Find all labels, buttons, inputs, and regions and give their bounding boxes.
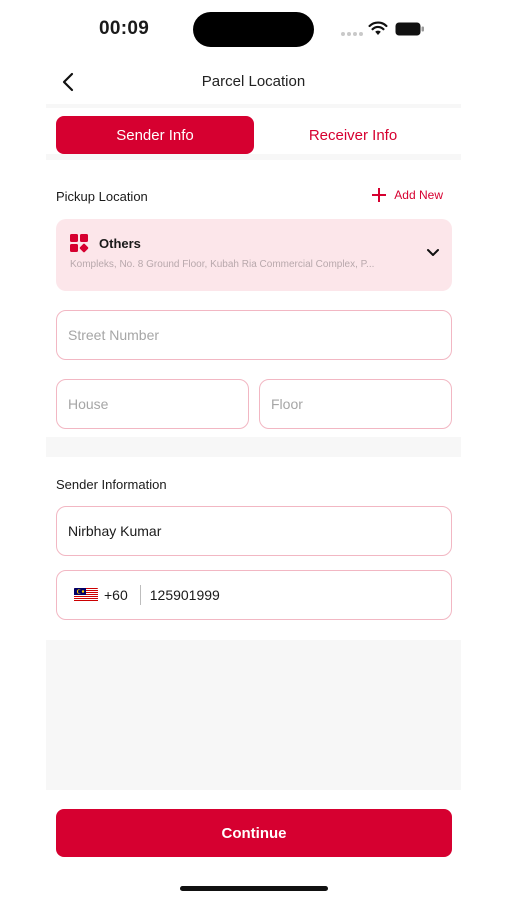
pickup-location-label: Pickup Location: [56, 189, 148, 204]
location-address: Kompleks, No. 8 Ground Floor, Kubah Ria …: [70, 259, 375, 270]
page-title: Parcel Location: [201, 73, 306, 90]
app-header: Parcel Location: [0, 62, 507, 104]
continue-button[interactable]: Continue: [56, 809, 452, 857]
sender-name-input[interactable]: [56, 506, 452, 556]
sender-information-label: Sender Information: [56, 477, 167, 492]
tab-sender-info[interactable]: Sender Info: [56, 116, 254, 154]
floor-input[interactable]: [259, 379, 452, 429]
tab-receiver-info[interactable]: Receiver Info: [254, 116, 452, 154]
pickup-location-selector[interactable]: Others Kompleks, No. 8 Ground Floor, Kub…: [56, 219, 452, 291]
empty-area: [46, 640, 461, 790]
home-indicator: [180, 886, 328, 891]
tab-divider: [46, 154, 461, 160]
dial-code[interactable]: +60: [104, 587, 128, 603]
location-category-icon: [70, 234, 89, 253]
street-number-input[interactable]: [56, 310, 452, 360]
status-bar: 00:09: [0, 0, 507, 58]
add-new-label: Add New: [394, 188, 443, 202]
phone-number-input[interactable]: [149, 587, 430, 603]
plus-icon: [372, 188, 387, 202]
dynamic-island: [193, 12, 314, 47]
house-input[interactable]: [56, 379, 249, 429]
status-time: 00:09: [99, 18, 150, 39]
battery-icon: [395, 22, 424, 36]
location-type: Others: [99, 236, 141, 251]
add-new-location-button[interactable]: Add New: [372, 188, 443, 202]
section-divider: [46, 437, 461, 457]
phone-separator: [139, 585, 141, 605]
chevron-down-icon: [427, 249, 439, 256]
malaysia-flag-icon[interactable]: [74, 588, 98, 602]
phone-field: +60: [56, 570, 452, 620]
sender-receiver-tabs: Sender Info Receiver Info: [56, 116, 452, 154]
cellular-signal-icon: [341, 32, 363, 36]
wifi-icon: [368, 21, 388, 35]
